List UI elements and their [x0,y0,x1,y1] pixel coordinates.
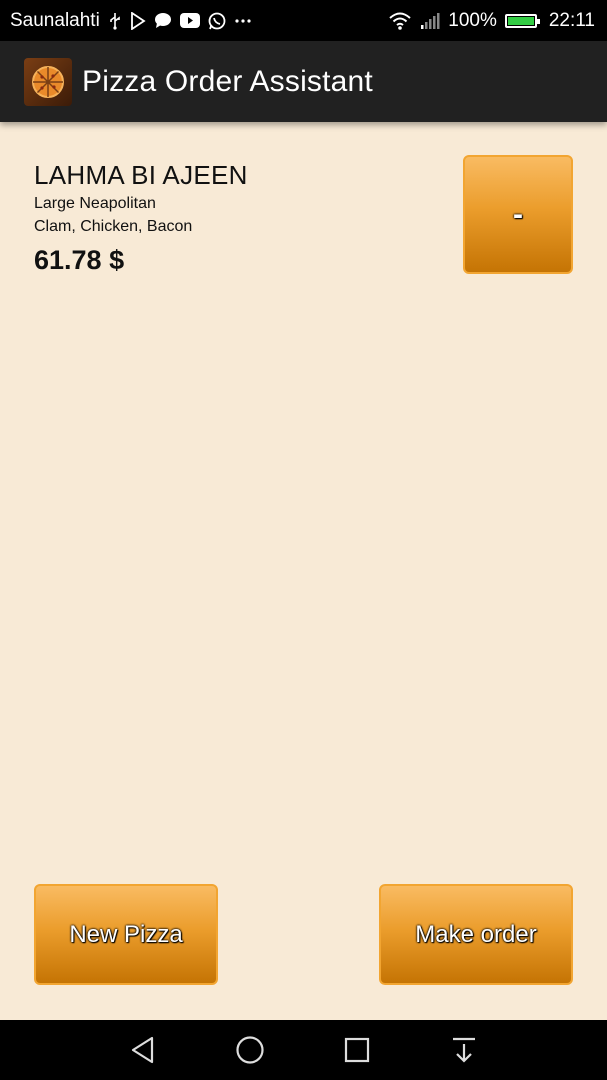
pizza-price: 61.78 $ [34,245,125,275]
pizza-toppings: Clam, Chicken, Bacon [34,218,193,235]
status-left: Saunalahti [10,10,252,32]
wifi-icon [388,12,412,30]
action-bar: Pizza Order Assistant [0,41,607,122]
status-right: 100% 22:11 [388,10,595,32]
signal-icon [420,12,440,30]
new-pizza-button[interactable]: New Pizza [34,884,218,985]
recents-icon[interactable] [337,1030,377,1070]
play-store-icon [130,11,146,30]
make-order-label: Make order [415,920,537,948]
new-pizza-label: New Pizza [69,920,183,948]
battery-icon [504,13,540,28]
usb-icon [108,12,122,30]
pizza-size: Large Neapolitan [34,195,156,212]
notification-pulldown-icon[interactable] [444,1030,484,1070]
make-order-button[interactable]: Make order [379,884,573,985]
remove-pizza-button[interactable]: - [463,155,573,274]
pizza-icon [24,57,72,106]
pizza-name: LAHMA BI AJEEN [34,160,248,190]
back-icon[interactable] [123,1030,163,1070]
message-icon [154,12,172,29]
app-title: Pizza Order Assistant [82,64,373,98]
whatsapp-icon [208,12,226,30]
clock: 22:11 [548,9,595,31]
carrier-name: Saunalahti [10,9,100,31]
order-item: LAHMA BI AJEEN Large Neapolitan Clam, Ch… [34,158,434,279]
youtube-icon [179,13,200,28]
home-icon[interactable] [230,1030,270,1070]
status-bar: Saunalahti 100% 22:11 [0,0,607,41]
remove-button-label: - [513,197,523,231]
battery-percent: 100% [448,9,497,31]
more-notifications-icon [234,18,252,24]
navigation-bar [0,1020,607,1080]
